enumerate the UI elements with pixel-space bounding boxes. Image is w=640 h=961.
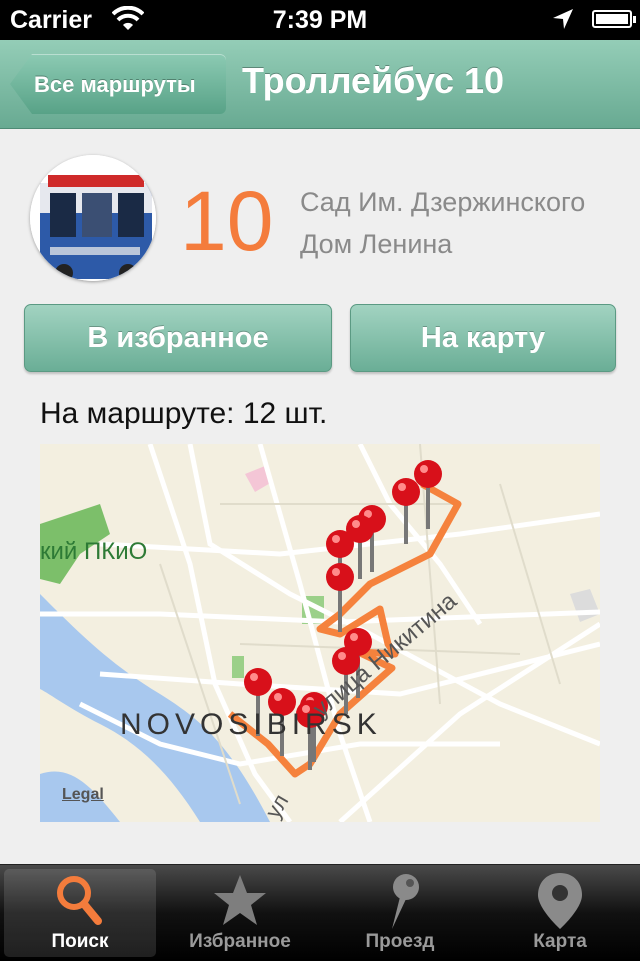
route-start-stop: Сад Им. Дзержинского — [300, 187, 586, 217]
battery-icon — [592, 10, 636, 28]
park-label: кий ПКиО — [40, 538, 148, 565]
star-icon — [214, 875, 266, 925]
trolleybus-avatar — [30, 155, 156, 281]
legal-link[interactable]: Legal — [62, 786, 104, 804]
route-end-stop: Дом Ленина — [300, 229, 453, 259]
tab-fare[interactable]: Проезд — [324, 869, 476, 957]
tab-favorites-label: Избранное — [189, 931, 291, 952]
status-bar: Carrier 7:39 PM — [0, 0, 640, 40]
back-button[interactable]: Все маршруты — [10, 54, 226, 114]
tab-map[interactable]: Карта — [484, 869, 636, 957]
city-label: NOVOSIBIRSK — [120, 708, 382, 741]
pin-icon — [392, 874, 419, 929]
tab-search-label: Поиск — [51, 931, 109, 952]
add-to-favorites-button[interactable]: В избранное — [24, 304, 332, 372]
clock: 7:39 PM — [272, 6, 368, 34]
vehicles-on-route-count: На маршруте: 12 шт. — [40, 397, 328, 430]
map-canvas — [40, 444, 600, 822]
route-number: 10 — [180, 174, 274, 268]
back-button-label: Все маршруты — [34, 71, 196, 97]
route-map[interactable]: кий ПКиО NOVOSIBIRSK улица Никитина ул L… — [40, 444, 600, 822]
search-icon — [57, 876, 102, 925]
tab-fare-label: Проезд — [365, 931, 435, 952]
tab-bar: Поиск Избранное Проезд Карта — [0, 864, 640, 961]
location-arrow-icon — [552, 8, 574, 37]
tab-map-label: Карта — [533, 931, 587, 952]
tab-favorites[interactable]: Избранное — [164, 869, 316, 957]
show-on-map-button[interactable]: На карту — [350, 304, 616, 372]
tab-search[interactable]: Поиск — [4, 869, 156, 957]
map-marker-icon — [538, 873, 582, 929]
page-title: Троллейбус 10 — [242, 60, 505, 101]
navigation-bar: Все маршруты Троллейбус 10 — [0, 40, 640, 129]
